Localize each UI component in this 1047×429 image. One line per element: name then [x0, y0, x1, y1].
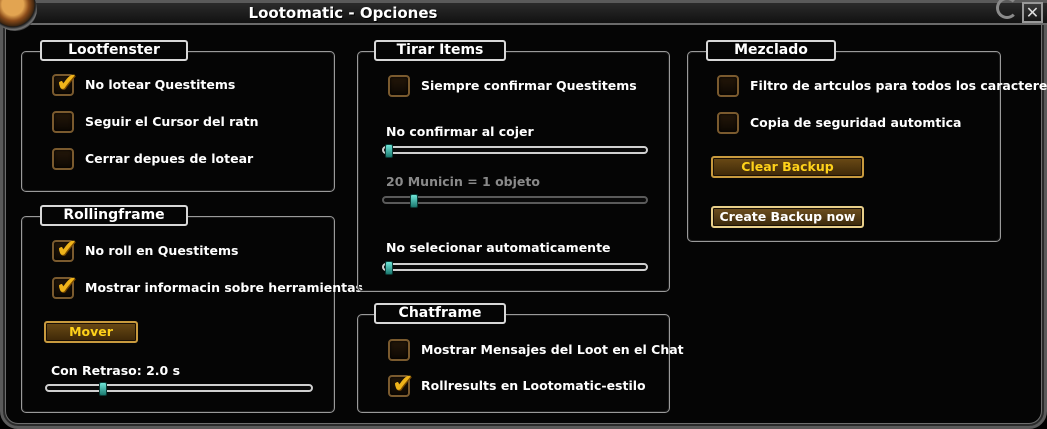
checkbox[interactable]: ✔	[388, 339, 410, 361]
options-window: Lootomatic - Opciones ✕ Lootfenster ✔ No…	[0, 0, 1047, 429]
window-title: Lootomatic - Opciones	[248, 4, 438, 22]
lootfenster-title: Lootfenster	[40, 40, 188, 61]
tirar-items-group: Tirar Items ✔ Siempre confirmar Questite…	[357, 40, 670, 292]
slider-thumb[interactable]	[410, 194, 419, 208]
create-backup-button[interactable]: Create Backup now	[711, 206, 864, 228]
checkmark-icon: ✔	[56, 234, 78, 264]
checkmark-icon: ✔	[392, 369, 414, 399]
lootfenster-group: Lootfenster ✔ No lotear Questitems ✔ Seg…	[21, 40, 335, 192]
checkbox-label: Siempre confirmar Questitems	[421, 78, 637, 93]
slider-thumb[interactable]	[99, 382, 108, 396]
addon-emblem-icon	[0, 0, 37, 31]
slider-thumb[interactable]	[385, 261, 393, 275]
rollingframe-title: Rollingframe	[40, 205, 188, 226]
ammo-slider[interactable]	[382, 194, 648, 208]
chatframe-title: Chatframe	[374, 303, 506, 324]
checkmark-icon: ✔	[56, 68, 78, 98]
checkbox[interactable]: ✔	[717, 112, 739, 134]
checkbox[interactable]: ✔	[52, 272, 78, 300]
slider-thumb[interactable]	[385, 144, 393, 158]
checkbox-label: Copia de seguridad automtica	[750, 115, 962, 130]
ammo-slider-label: 20 Municin = 1 objeto	[386, 174, 540, 189]
checkbox[interactable]: ✔	[388, 370, 414, 398]
checkbox-label: Rollresults en Lootomatic-estilo	[421, 378, 646, 393]
checkbox-label: Filtro de artculos para todos los caract…	[750, 78, 1047, 93]
checkbox[interactable]: ✔	[52, 111, 74, 133]
checkbox-label: Mostrar informacin sobre herramientas	[85, 280, 363, 295]
checkbox-label: Mostrar Mensajes del Loot en el Chat	[421, 342, 684, 357]
chatframe-group: Chatframe ✔ Mostrar Mensajes del Loot en…	[357, 303, 684, 413]
confirm-slider[interactable]	[382, 144, 648, 158]
title-bar[interactable]: Lootomatic - Opciones	[3, 3, 1047, 25]
checkbox[interactable]: ✔	[52, 148, 74, 170]
checkbox[interactable]: ✔	[717, 75, 739, 97]
checkbox[interactable]: ✔	[388, 75, 410, 97]
rollingframe-group: Rollingframe ✔ No roll en Questitems ✔ M…	[21, 205, 363, 413]
close-button[interactable]: ✕	[1022, 2, 1043, 23]
mezclado-group: Mezclado ✔ Filtro de artculos para todos…	[687, 40, 1047, 242]
checkbox-label: No lotear Questitems	[85, 77, 236, 92]
tirar-items-title: Tirar Items	[374, 40, 506, 61]
mezclado-title: Mezclado	[706, 40, 836, 61]
clear-backup-button[interactable]: Clear Backup	[711, 156, 864, 178]
checkbox-label: No roll en Questitems	[85, 243, 239, 258]
delay-slider[interactable]	[45, 382, 313, 396]
checkmark-icon: ✔	[56, 271, 78, 301]
autoselect-slider[interactable]	[382, 261, 648, 275]
move-button[interactable]: Mover	[44, 321, 138, 343]
delay-label: Con Retraso: 2.0 s	[51, 363, 181, 378]
checkbox-label: Seguir el Cursor del ratn	[85, 114, 259, 129]
confirm-slider-label: No confirmar al cojer	[386, 124, 534, 139]
checkbox[interactable]: ✔	[52, 235, 78, 263]
checkbox-label: Cerrar depues de lotear	[85, 151, 254, 166]
autoselect-slider-label: No selecionar automaticamente	[386, 240, 611, 255]
checkbox[interactable]: ✔	[52, 69, 78, 97]
